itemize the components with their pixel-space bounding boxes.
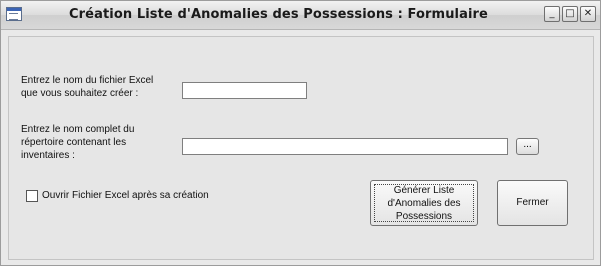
close-window-button[interactable]: ✕: [580, 6, 596, 22]
title-bar[interactable]: Création Liste d'Anomalies des Possessio…: [1, 1, 600, 30]
excel-name-label-line2: que vous souhaitez créer :: [21, 88, 139, 99]
generate-list-button[interactable]: Générer Liste d'Anomalies des Possession…: [370, 180, 478, 226]
maximize-button[interactable]: □: [562, 6, 578, 22]
form-body: Entrez le nom du fichier Excel que vous …: [8, 36, 594, 260]
minimize-button[interactable]: _: [544, 6, 560, 22]
excel-name-label-line1: Entrez le nom du fichier Excel: [21, 75, 154, 86]
open-excel-checkbox[interactable]: [26, 190, 38, 202]
focus-rectangle: [374, 184, 474, 222]
browse-button[interactable]: ...: [516, 138, 539, 155]
directory-label-line2: répertoire contenant les: [21, 137, 127, 148]
excel-name-label: Entrez le nom du fichier Excel que vous …: [21, 74, 153, 100]
window-title: Création Liste d'Anomalies des Possessio…: [69, 7, 488, 22]
excel-name-input[interactable]: [182, 82, 307, 99]
directory-label: Entrez le nom complet du répertoire cont…: [21, 123, 134, 162]
form-window: Création Liste d'Anomalies des Possessio…: [0, 0, 601, 266]
open-excel-label: Ouvrir Fichier Excel après sa création: [42, 190, 209, 201]
close-form-button[interactable]: Fermer: [497, 180, 568, 226]
directory-input[interactable]: [182, 138, 508, 155]
directory-label-line3: inventaires :: [21, 150, 75, 161]
directory-label-line1: Entrez le nom complet du: [21, 124, 135, 135]
